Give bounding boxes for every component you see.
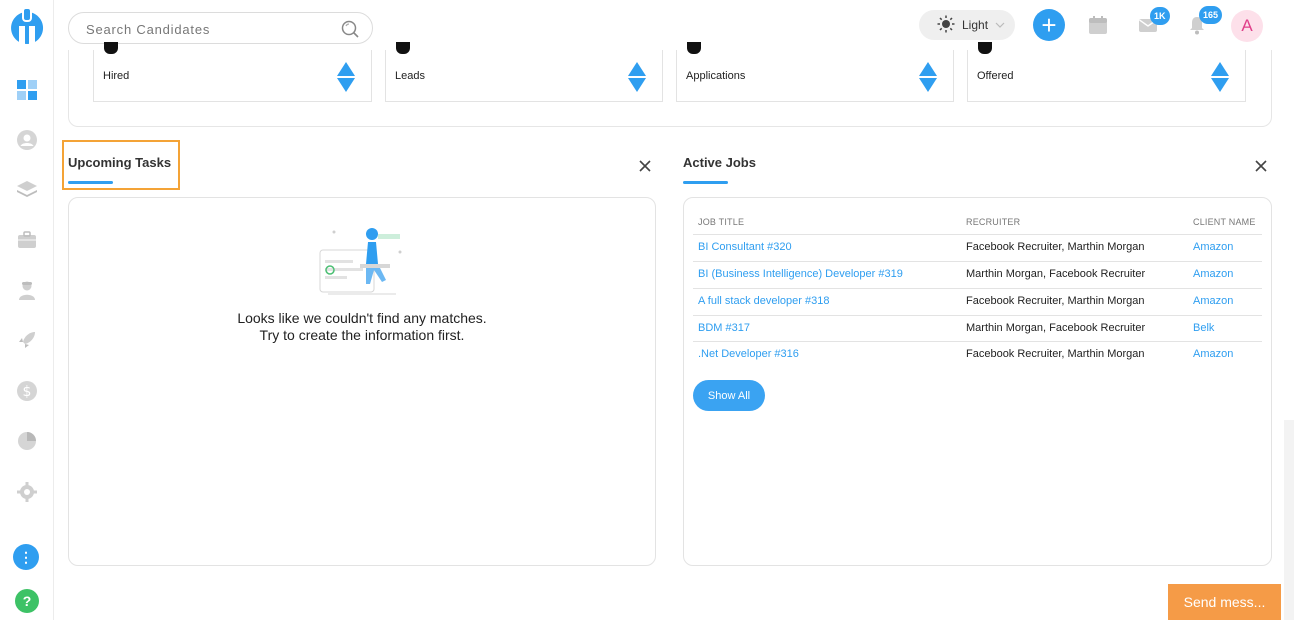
table-row: BDM #317 Marthin Morgan, Facebook Recrui…	[693, 315, 1262, 342]
sun-icon	[937, 15, 955, 36]
client-link[interactable]: Belk	[1193, 322, 1214, 334]
job-title-link[interactable]: BDM #317	[698, 322, 750, 334]
send-message-button[interactable]: Send mess...	[1168, 584, 1281, 620]
recruiter-cell: Facebook Recruiter, Marthin Morgan	[966, 348, 1145, 360]
dashboard-icon[interactable]	[15, 78, 39, 102]
theme-toggle[interactable]: Light	[919, 10, 1015, 40]
search-input[interactable]	[86, 20, 326, 38]
app-logo[interactable]	[9, 7, 45, 48]
avatar[interactable]: A	[1231, 10, 1263, 42]
show-all-button[interactable]: Show All	[693, 380, 765, 411]
rocket-icon[interactable]	[15, 328, 39, 352]
sort-arrows-icon[interactable]	[337, 62, 355, 92]
table-row: .Net Developer #316 Facebook Recruiter, …	[693, 341, 1262, 368]
add-button[interactable]: +	[1033, 9, 1065, 41]
close-icon[interactable]	[638, 159, 652, 173]
sort-arrows-icon[interactable]	[919, 62, 937, 92]
more-dots-icon[interactable]: ⋮	[13, 544, 39, 570]
empty-state-line2: Try to create the information first.	[259, 327, 465, 343]
stat-label: Applications	[686, 70, 746, 82]
client-link[interactable]: Amazon	[1193, 241, 1233, 253]
client-link[interactable]: Amazon	[1193, 268, 1233, 280]
job-title-link[interactable]: A full stack developer #318	[698, 295, 829, 307]
active-jobs-underline	[683, 181, 728, 184]
close-icon[interactable]	[1254, 159, 1268, 173]
dollar-icon[interactable]: $	[15, 379, 39, 403]
client-link[interactable]: Amazon	[1193, 295, 1233, 307]
job-title-link[interactable]: BI (Business Intelligence) Developer #31…	[698, 268, 903, 280]
calendar-icon[interactable]	[1088, 15, 1108, 35]
stat-card-hired: Hired	[93, 42, 372, 102]
column-header-client-name[interactable]: CLIENT NAME	[1193, 217, 1256, 227]
layers-icon[interactable]	[15, 178, 39, 202]
active-jobs-title[interactable]: Active Jobs	[683, 155, 756, 170]
upcoming-tasks-title[interactable]: Upcoming Tasks	[68, 155, 171, 170]
column-header-job-title[interactable]: JOB TITLE	[698, 217, 744, 227]
recruiter-cell: Marthin Morgan, Facebook Recruiter	[966, 268, 1146, 280]
sort-arrows-icon[interactable]	[1211, 62, 1229, 92]
help-icon[interactable]: ?	[15, 589, 39, 613]
sidebar: $ ⋮ ?	[0, 0, 54, 620]
search-box	[68, 12, 373, 44]
job-title-link[interactable]: BI Consultant #320	[698, 241, 792, 253]
recruiter-cell: Marthin Morgan, Facebook Recruiter	[966, 322, 1146, 334]
stat-value-clipped	[104, 42, 118, 54]
jobs-briefcase-icon[interactable]	[15, 228, 39, 252]
scrollbar[interactable]	[1284, 420, 1294, 620]
table-row: BI Consultant #320 Facebook Recruiter, M…	[693, 234, 1262, 261]
contacts-icon[interactable]	[15, 278, 39, 302]
chevron-down-icon	[994, 19, 1006, 31]
recruiter-cell: Facebook Recruiter, Marthin Morgan	[966, 295, 1145, 307]
job-title-link[interactable]: .Net Developer #316	[698, 348, 799, 360]
candidates-icon[interactable]	[15, 128, 39, 152]
stat-value-clipped	[396, 42, 410, 54]
stat-card-offered: Offered	[967, 42, 1246, 102]
stat-card-applications: Applications	[676, 42, 954, 102]
search-icon[interactable]	[340, 19, 360, 39]
mail-badge: 1K	[1150, 7, 1170, 25]
client-link[interactable]: Amazon	[1193, 348, 1233, 360]
stat-label: Leads	[395, 70, 425, 82]
stat-value-clipped	[687, 42, 701, 54]
app-root: $ ⋮ ? Light + 1K 165 A	[0, 0, 1294, 620]
svg-text:$: $	[23, 384, 32, 400]
recruiter-cell: Facebook Recruiter, Marthin Morgan	[966, 241, 1145, 253]
notification-badge: 165	[1199, 6, 1223, 24]
column-header-recruiter[interactable]: RECRUITER	[966, 217, 1020, 227]
settings-gear-icon[interactable]	[15, 480, 39, 504]
table-row: BI (Business Intelligence) Developer #31…	[693, 261, 1262, 288]
upcoming-tasks-underline	[68, 181, 113, 184]
stat-card-leads: Leads	[385, 42, 663, 102]
empty-state-line1: Looks like we couldn't find any matches.	[237, 310, 487, 326]
stat-label: Offered	[977, 70, 1014, 82]
empty-state-illustration	[316, 220, 408, 302]
table-row: A full stack developer #318 Facebook Rec…	[693, 288, 1262, 315]
theme-label: Light	[962, 18, 989, 32]
reports-pie-icon[interactable]	[15, 429, 39, 453]
stat-label: Hired	[103, 70, 130, 82]
stat-value-clipped	[978, 42, 992, 54]
sort-arrows-icon[interactable]	[628, 62, 646, 92]
